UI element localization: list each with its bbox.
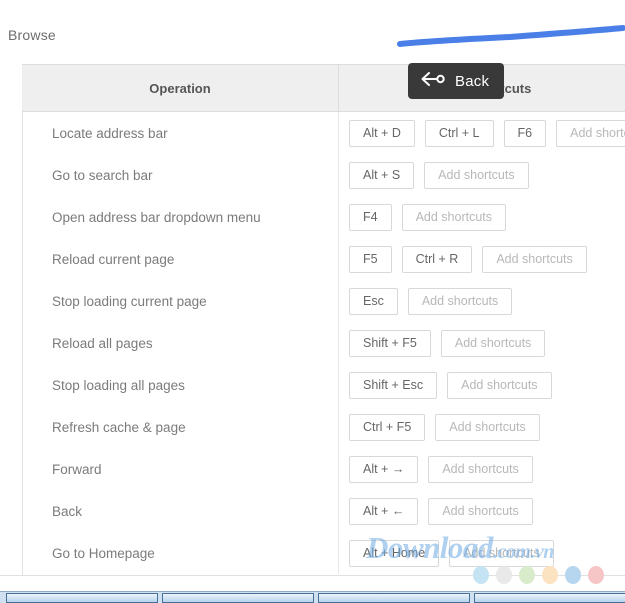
table-row: Forward Alt + → Add shortcuts <box>22 448 625 490</box>
shortcut-key-chip[interactable]: Alt + S <box>349 162 414 189</box>
operation-label: Go to search bar <box>22 154 339 196</box>
shortcuts-table: Operation Shortcuts Locate address barAl… <box>22 64 625 574</box>
operation-label: Reload all pages <box>22 322 339 364</box>
shortcut-cell: F5 Ctrl + R Add shortcuts <box>339 238 625 280</box>
dot-blue <box>565 566 581 584</box>
dot-orange <box>542 566 558 584</box>
table-header: Operation Shortcuts <box>22 65 625 112</box>
operation-label: Back <box>22 490 339 532</box>
shortcut-cell: Alt + → Add shortcuts <box>339 448 625 490</box>
shortcut-key-chip[interactable]: Alt + ← <box>349 498 418 525</box>
color-dot-row <box>473 566 604 584</box>
taskbar-strip <box>0 591 625 603</box>
shortcut-cell: Shift + Esc Add shortcuts <box>339 364 625 406</box>
dot-blue-light <box>473 566 489 584</box>
table-row: Go to search bar Alt + S Add shortcuts <box>22 154 625 196</box>
shortcut-key-chip[interactable]: Alt + Home <box>349 540 439 567</box>
back-arrow-icon <box>420 72 446 91</box>
table-row: Stop loading current page Esc Add shortcut… <box>22 280 625 322</box>
table-header-row: Operation Shortcuts <box>22 65 625 112</box>
shortcut-key-chip[interactable]: F4 <box>349 204 392 231</box>
shortcut-key-chip[interactable]: Ctrl + R <box>402 246 473 273</box>
add-shortcuts-button[interactable]: Add shortcuts <box>449 540 553 567</box>
add-shortcuts-button[interactable]: Add shortcuts <box>556 120 625 147</box>
back-tooltip[interactable]: Back <box>408 63 504 99</box>
shortcut-cell: Ctrl + F5 Add shortcuts <box>339 406 625 448</box>
add-shortcuts-button[interactable]: Add shortcuts <box>408 288 512 315</box>
table-body: Locate address bar Alt + D Ctrl + L F6 Add s… <box>22 112 625 575</box>
shortcut-key-chip[interactable]: Shift + Esc <box>349 372 437 399</box>
shortcut-key-chip[interactable]: Esc <box>349 288 398 315</box>
table-left-border <box>22 110 23 575</box>
shortcut-key-chip[interactable]: F5 <box>349 246 392 273</box>
page-title: Browse <box>8 27 56 43</box>
column-header-operation: Operation <box>22 65 339 112</box>
table-row: Back Alt + ← Add shortcuts <box>22 490 625 532</box>
dot-gray <box>496 566 512 584</box>
add-shortcuts-button[interactable]: Add shortcuts <box>428 456 532 483</box>
add-shortcuts-button[interactable]: Add shortcuts <box>441 330 545 357</box>
shortcut-cell: Shift + F5 Add shortcuts <box>339 322 625 364</box>
table-row: Stop loading all pages Shift + Esc Add sho… <box>22 364 625 406</box>
operation-label: Stop loading current page <box>22 280 339 322</box>
add-shortcuts-button[interactable]: Add shortcuts <box>435 414 539 441</box>
shortcut-key-chip[interactable]: F6 <box>504 120 547 147</box>
shortcut-cell: Esc Add shortcuts <box>339 280 625 322</box>
add-shortcuts-button[interactable]: Add shortcuts <box>428 498 532 525</box>
table-row: Locate address bar Alt + D Ctrl + L F6 Add s… <box>22 112 625 155</box>
table-row: Reload current page F5 Ctrl + R Add shortcu… <box>22 238 625 280</box>
table-row: Refresh cache & page Ctrl + F5 Add shortcu… <box>22 406 625 448</box>
shortcut-key-chip[interactable]: Alt + D <box>349 120 415 147</box>
operation-label: Locate address bar <box>22 112 339 155</box>
operation-label: Open address bar dropdown menu <box>22 196 339 238</box>
shortcut-cell: Alt + S Add shortcuts <box>339 154 625 196</box>
add-shortcuts-button[interactable]: Add shortcuts <box>447 372 551 399</box>
add-shortcuts-button[interactable]: Add shortcuts <box>482 246 586 273</box>
table-row: Open address bar dropdown menu F4 Add shor… <box>22 196 625 238</box>
shortcut-key-chip[interactable]: Ctrl + L <box>425 120 494 147</box>
shortcut-cell: Alt + D Ctrl + L F6 Add shortcuts <box>339 112 625 155</box>
shortcut-cell: Alt + ← Add shortcuts <box>339 490 625 532</box>
back-tooltip-label: Back <box>455 73 489 90</box>
blue-underline-stroke <box>400 28 623 44</box>
operation-label: Reload current page <box>22 238 339 280</box>
shortcut-key-chip[interactable]: Alt + → <box>349 456 418 483</box>
shortcut-cell: F4 Add shortcuts <box>339 196 625 238</box>
table-row: Reload all pages Shift + F5 Add shortcuts <box>22 322 625 364</box>
operation-label: Stop loading all pages <box>22 364 339 406</box>
operation-label: Go to Homepage <box>22 532 339 574</box>
dot-green <box>519 566 535 584</box>
dot-pink <box>588 566 604 584</box>
shortcut-key-chip[interactable]: Shift + F5 <box>349 330 431 357</box>
operation-label: Forward <box>22 448 339 490</box>
shortcut-key-chip[interactable]: Ctrl + F5 <box>349 414 425 441</box>
operation-label: Refresh cache & page <box>22 406 339 448</box>
add-shortcuts-button[interactable]: Add shortcuts <box>402 204 506 231</box>
add-shortcuts-button[interactable]: Add shortcuts <box>424 162 528 189</box>
